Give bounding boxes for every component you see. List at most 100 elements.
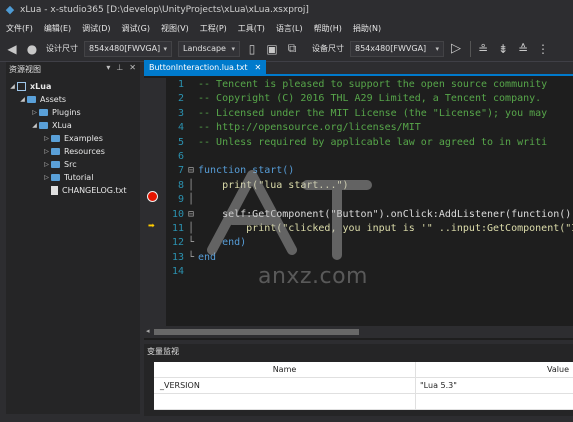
resource-tree: ◢ xLua ◢ Assets ▷ Plugins ◢ XLua ▷ Examp…	[6, 76, 140, 197]
tree-item-plugins[interactable]: ▷ Plugins	[6, 106, 140, 119]
code-line: 10 ⊟ self:GetComponent("Button").onClick:…	[166, 208, 573, 222]
expand-icon[interactable]: ▷	[42, 135, 51, 142]
device-resolution-select[interactable]: 854x480[FWVGA] ▾	[350, 40, 444, 57]
toolbar-divider	[470, 40, 471, 57]
expand-icon[interactable]: ▷	[30, 109, 39, 116]
menu-donate[interactable]: 捐助(N)	[353, 23, 381, 34]
column-header-name[interactable]: Name	[154, 362, 416, 377]
expand-icon[interactable]: ▷	[42, 174, 51, 181]
code-line: 7 ⊟ function start()	[166, 164, 573, 178]
close-icon[interactable]: ✕	[255, 63, 262, 72]
watch-empty-name[interactable]	[154, 394, 416, 409]
tree-item-src[interactable]: ▷ Src	[6, 158, 140, 171]
folder-icon	[51, 161, 60, 168]
run-icon[interactable]: ▷	[448, 41, 464, 56]
new-file-icon[interactable]: ▯	[244, 42, 260, 56]
expand-icon[interactable]: ▷	[42, 148, 51, 155]
orientation-select[interactable]: Landscape ▾	[178, 40, 240, 57]
fold-icon[interactable]: ⊟	[188, 208, 198, 222]
resource-view-header: 资源视图 ▾ ⊥ ✕	[6, 62, 140, 76]
folder-icon	[39, 109, 48, 116]
table-row[interactable]: _VERSION "Lua 5.3"	[154, 378, 573, 394]
collapse-icon[interactable]: ◢	[18, 96, 27, 103]
code-editor: ButtonInteraction.lua.txt ✕ ➡ 1 -- Tence…	[144, 60, 573, 340]
step-over-icon[interactable]: ≗	[475, 42, 491, 56]
forward-icon[interactable]: ●	[24, 42, 40, 56]
table-header: Name Value	[154, 362, 573, 378]
watch-panel-title: 变量监视	[147, 346, 179, 356]
expand-icon[interactable]: ▷	[42, 161, 51, 168]
menu-tools[interactable]: 工具(T)	[238, 23, 265, 34]
watermark-text: anxz.com	[258, 264, 368, 289]
watch-table: Name Value _VERSION "Lua 5.3"	[154, 362, 573, 410]
menu-help[interactable]: 帮助(H)	[314, 23, 342, 34]
tree-item-resources[interactable]: ▷ Resources	[6, 145, 140, 158]
scrollbar-thumb[interactable]	[154, 329, 359, 335]
collapse-icon[interactable]: ◢	[30, 122, 39, 129]
device-size-label: 设备尺寸	[312, 44, 344, 53]
design-resolution-value: 854x480[FWVGA]	[89, 44, 161, 53]
menu-file[interactable]: 文件(F)	[6, 23, 33, 34]
menu-debug[interactable]: 调试(D)	[82, 23, 110, 34]
code-line: 3 -- Licensed under the MIT License (the…	[177, 107, 548, 119]
step-out-icon[interactable]: ≙	[515, 42, 531, 56]
tree-item-changelog[interactable]: CHANGELOG.txt	[6, 184, 140, 197]
code-line: 13 └ end	[171, 251, 217, 263]
code-line: 14	[171, 266, 184, 278]
watch-variable-name[interactable]: _VERSION	[154, 378, 416, 393]
design-resolution-select[interactable]: 854x480[FWVGA] ▾	[84, 40, 172, 57]
column-header-value[interactable]: Value	[416, 362, 573, 377]
tree-item-label: CHANGELOG.txt	[62, 186, 127, 195]
menu-language[interactable]: 语言(L)	[276, 23, 303, 34]
watch-panel: 变量监视 Name Value _VERSION "Lua 5.3"	[144, 344, 573, 416]
tree-item-label: Examples	[64, 134, 103, 143]
chevron-down-icon: ▾	[163, 44, 167, 53]
save-all-icon[interactable]: ⧉	[284, 41, 300, 56]
collapse-icon[interactable]: ◢	[8, 83, 17, 90]
tab-button-interaction[interactable]: ButtonInteraction.lua.txt ✕	[144, 60, 267, 74]
window-title: xLua - x-studio365 [D:\develop\UnityProj…	[20, 5, 309, 15]
folder-icon	[27, 96, 36, 103]
code-line: 1 -- Tencent is pleased to support the o…	[177, 79, 548, 90]
code-line: 8 │ print("lua start...")	[177, 179, 349, 191]
tree-item-xlua[interactable]: ◢ XLua	[6, 119, 140, 132]
tree-item-examples[interactable]: ▷ Examples	[6, 132, 140, 145]
folder-icon	[51, 135, 60, 142]
menu-view[interactable]: 视图(V)	[161, 23, 189, 34]
watch-empty-value	[416, 394, 573, 409]
menu-debug-g[interactable]: 调试(G)	[122, 23, 150, 34]
folder-icon	[51, 174, 60, 181]
tree-item-tutorial[interactable]: ▷ Tutorial	[6, 171, 140, 184]
pin-icon[interactable]: ⊥	[116, 63, 123, 72]
more-icon[interactable]: ⋮	[535, 42, 551, 56]
code-area[interactable]: 1 -- Tencent is pleased to support the o…	[166, 78, 573, 326]
fold-icon[interactable]: ⊟	[188, 164, 198, 178]
tree-item-assets[interactable]: ◢ Assets	[6, 93, 140, 106]
design-size-label: 设计尺寸	[46, 44, 78, 53]
editor-tab-strip: ButtonInteraction.lua.txt ✕	[144, 60, 573, 76]
execution-pointer-icon: ➡	[148, 221, 155, 230]
toolbar: ◀ ● 设计尺寸 854x480[FWVGA] ▾ Landscape ▾ ▯ …	[0, 36, 573, 62]
tree-item-label: Plugins	[52, 108, 81, 117]
close-icon[interactable]: ✕	[129, 63, 136, 72]
project-icon	[17, 82, 26, 91]
app-logo-icon: ◆	[5, 3, 15, 16]
chevron-down-icon: ▾	[435, 44, 439, 53]
dropdown-icon[interactable]: ▾	[106, 63, 110, 72]
breakpoint-icon[interactable]	[147, 191, 158, 202]
back-icon[interactable]: ◀	[4, 42, 20, 56]
table-row[interactable]	[154, 394, 573, 410]
breakpoint-margin[interactable]: ➡	[144, 78, 166, 326]
tree-item-label: Src	[64, 160, 77, 169]
code-line: 6	[177, 150, 184, 162]
horizontal-scrollbar[interactable]: ◂	[144, 326, 573, 338]
tree-item-project[interactable]: ◢ xLua	[6, 80, 140, 93]
code-line: 11 │ print("clicked, you input is '" ..in…	[171, 222, 573, 234]
scroll-left-icon[interactable]: ◂	[146, 327, 150, 335]
resource-view-title: 资源视图	[9, 64, 41, 74]
code-line: 5 -- Unless required by applicable law o…	[177, 136, 548, 148]
step-into-icon[interactable]: ⇟	[495, 42, 511, 56]
save-icon[interactable]: ▣	[264, 42, 280, 56]
menu-edit[interactable]: 编辑(E)	[44, 23, 71, 34]
menu-project[interactable]: 工程(P)	[200, 23, 227, 34]
